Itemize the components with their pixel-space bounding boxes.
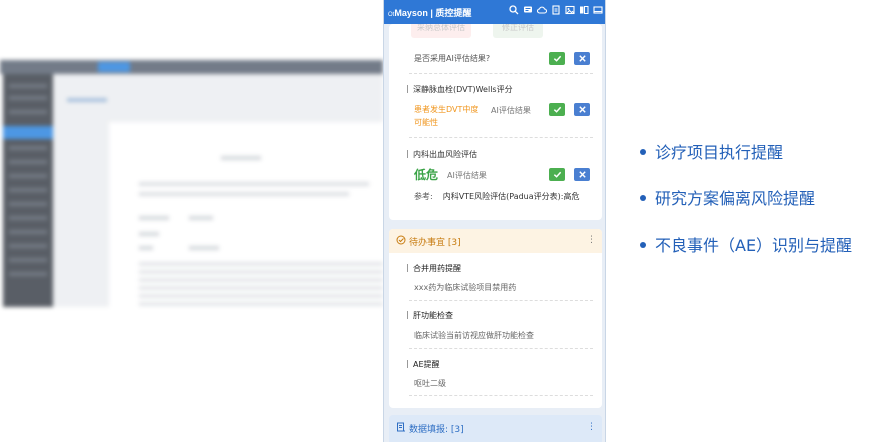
todo-icon xyxy=(396,235,406,245)
data-report-card[interactable]: 数据填报: [3] ⋮ xyxy=(389,415,602,442)
feature-item: 不良事件（AE）识别与提醒 xyxy=(640,232,852,256)
divider xyxy=(409,348,593,349)
background-topbar xyxy=(0,60,383,74)
divider xyxy=(409,73,593,74)
assessment-card: 采纳总体评估 修正评估 是否采用AI评估结果? 深静脉血栓(DVT)Wells评… xyxy=(389,24,602,220)
check-icon xyxy=(553,171,561,178)
bleeding-ai-label: AI评估结果 xyxy=(447,171,487,180)
assessment-tabs: 采纳总体评估 修正评估 xyxy=(411,24,561,38)
tab-revise[interactable]: 修正评估 xyxy=(493,24,543,38)
bullet-dot xyxy=(640,149,646,155)
feature-text: 不良事件（AE）识别与提醒 xyxy=(655,236,853,255)
feature-item: 诊疗项目执行提醒 xyxy=(640,139,783,163)
dvt-ai-label: AI评估结果 xyxy=(491,106,531,115)
bleeding-confirm-button[interactable] xyxy=(549,168,565,181)
close-icon xyxy=(578,55,586,62)
header-toolbar xyxy=(509,5,603,15)
split-icon[interactable] xyxy=(579,5,589,15)
todo-item-desc: 临床试验当前访视应做肝功能检查 xyxy=(414,331,534,340)
todo-header[interactable]: 待办事宜 [3] ⋮ xyxy=(389,229,602,253)
chat-icon[interactable] xyxy=(523,5,533,15)
background-sidebar xyxy=(3,74,53,307)
data-report-title: 数据填报: [3] xyxy=(409,425,464,435)
bleeding-reject-button[interactable] xyxy=(574,168,590,181)
cloud-icon[interactable] xyxy=(537,5,547,15)
adopt-question: 是否采用AI评估结果? xyxy=(414,54,491,63)
feature-item: 研究方案偏离风险提醒 xyxy=(640,185,815,209)
reference-value: 内科VTE风险评估(Padua评分表):高危 xyxy=(442,192,580,201)
background-content xyxy=(53,74,383,307)
todo-title: 待办事宜 [3] xyxy=(409,238,461,248)
bullet-dot xyxy=(640,242,646,248)
adopt-reject-button[interactable] xyxy=(574,52,590,65)
divider xyxy=(409,395,593,396)
brand-name: Mayson xyxy=(394,8,428,18)
search-icon[interactable] xyxy=(509,5,519,15)
image-icon[interactable] xyxy=(565,5,575,15)
check-icon xyxy=(553,55,561,62)
todo-item-desc: xxx药为临床试验项目禁用药 xyxy=(414,283,517,292)
todo-item-title[interactable]: AE提醒 xyxy=(407,359,440,370)
form-icon xyxy=(397,422,405,432)
dvt-title: 深静脉血栓(DVT)Wells评分 xyxy=(407,84,513,95)
close-icon xyxy=(578,106,586,113)
todo-item-title[interactable]: 肝功能检查 xyxy=(407,310,453,321)
bleeding-result: 低危 xyxy=(414,168,439,182)
adopt-confirm-button[interactable] xyxy=(549,52,565,65)
reference-label: 参考: xyxy=(414,192,433,201)
more-icon[interactable]: ⋮ xyxy=(587,422,596,432)
background-app-preview xyxy=(0,60,383,307)
feature-text: 诊疗项目执行提醒 xyxy=(655,143,784,162)
todo-card: 待办事宜 [3] ⋮ 合并用药提醒 xxx药为临床试验项目禁用药 肝功能检查 临… xyxy=(389,229,602,408)
dvt-reject-button[interactable] xyxy=(574,103,590,116)
mobile-panel: OtMayson | 质控提醒 采纳总体评估 修正评估 是否采用AI评估结果? … xyxy=(383,0,606,442)
divider xyxy=(409,137,593,138)
bullet-dot xyxy=(640,195,646,201)
divider xyxy=(409,300,593,301)
panel-header: OtMayson | 质控提醒 xyxy=(384,0,605,24)
todo-item-desc: 呕吐二级 xyxy=(414,379,446,388)
check-icon xyxy=(553,106,561,113)
todo-item-title[interactable]: 合并用药提醒 xyxy=(407,263,461,274)
brand-title: OtMayson | 质控提醒 xyxy=(388,6,471,19)
module-title: | 质控提醒 xyxy=(430,8,472,18)
bleeding-reference: 参考: 内科VTE风险评估(Padua评分表):高危 xyxy=(414,191,579,202)
bleeding-title: 内科出血风险评估 xyxy=(407,149,477,160)
dvt-result: 患者发生DVT中度可能性 xyxy=(414,105,479,127)
close-icon xyxy=(578,171,586,178)
dvt-confirm-button[interactable] xyxy=(549,103,565,116)
tab-adopt-overall[interactable]: 采纳总体评估 xyxy=(411,24,471,38)
window-icon[interactable] xyxy=(593,5,603,15)
feature-text: 研究方案偏离风险提醒 xyxy=(655,189,816,208)
document-icon[interactable] xyxy=(551,5,561,15)
more-icon[interactable]: ⋮ xyxy=(587,235,596,245)
